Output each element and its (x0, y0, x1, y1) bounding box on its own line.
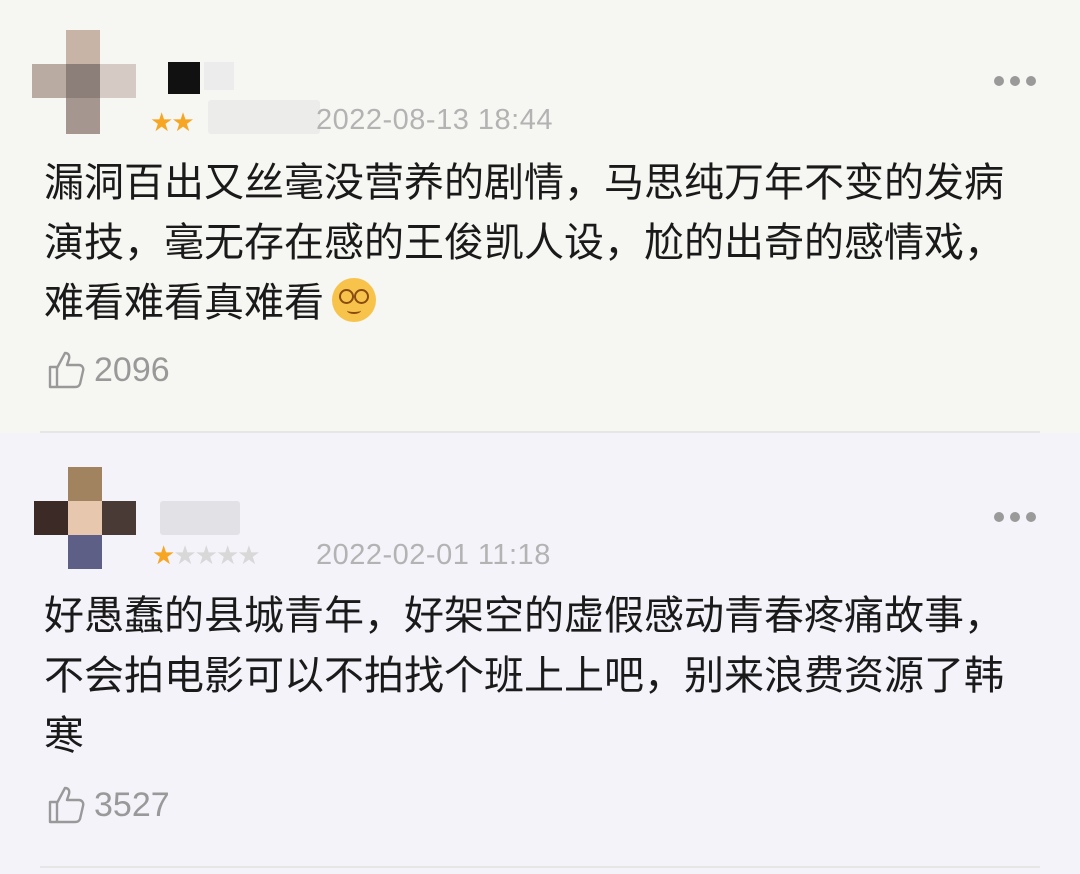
avatar[interactable] (32, 30, 136, 134)
star-icon: ★ (150, 108, 173, 138)
review-content: 漏洞百出又丝毫没营养的剧情，马思纯万年不变的发病演技，毫无存在感的王俊凯人设，尬… (44, 160, 1004, 326)
like-count: 3527 (94, 786, 170, 824)
like-count: 2096 (94, 351, 170, 389)
divider (40, 866, 1040, 868)
avatar[interactable] (34, 467, 138, 571)
rating-stars: ★★★★★ (152, 541, 261, 571)
star-icon: ★ (173, 541, 196, 571)
review-timestamp: 2022-08-13 18:44 (316, 104, 553, 136)
like-button[interactable]: 3527 (44, 783, 204, 827)
star-icon: ★ (237, 541, 260, 571)
star-icon: ★ (194, 541, 218, 571)
star-icon: ★ (215, 541, 239, 571)
like-button[interactable]: 2096 (44, 348, 204, 392)
rating-stars: ★★ (150, 108, 195, 138)
more-options-icon[interactable] (994, 510, 1036, 524)
user-name[interactable] (150, 56, 240, 94)
more-options-icon[interactable] (994, 74, 1036, 88)
star-icon: ★ (152, 541, 175, 571)
thumbs-up-icon (48, 351, 85, 389)
review-timestamp: 2022-02-01 11:18 (316, 539, 551, 571)
review-card: ★★ 2022-08-13 18:44 漏洞百出又丝毫没营养的剧情，马思纯万年不… (0, 0, 1080, 433)
dizzy-face-emoji-icon (332, 278, 376, 322)
star-icon: ★ (171, 108, 194, 138)
user-level-badge (208, 100, 320, 134)
user-name[interactable] (160, 501, 240, 535)
review-card: ★★★★★ 2022-02-01 11:18 好愚蠢的县城青年，好架空的虚假感动… (0, 433, 1080, 874)
review-content: 好愚蠢的县城青年，好架空的虚假感动青春疼痛故事，不会拍电影可以不拍找个班上上吧，… (44, 593, 1004, 759)
thumbs-up-icon (48, 786, 85, 824)
